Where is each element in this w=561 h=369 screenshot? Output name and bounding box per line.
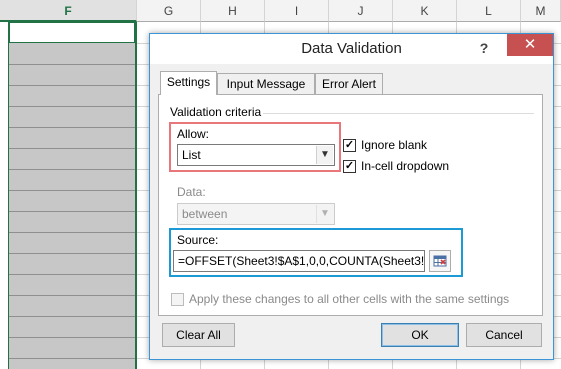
cell-border bbox=[9, 190, 135, 191]
settings-panel: Validation criteria Allow: List ▼ ✓ Igno… bbox=[158, 94, 543, 316]
active-cell[interactable] bbox=[9, 22, 135, 43]
cell-border bbox=[9, 358, 135, 359]
close-button[interactable]: ✕ bbox=[507, 34, 553, 56]
selected-column-range[interactable] bbox=[8, 22, 137, 369]
ignore-blank-label: Ignore blank bbox=[361, 138, 428, 152]
cell-border bbox=[9, 274, 135, 275]
in-cell-dropdown-checkbox[interactable]: ✓ bbox=[343, 159, 356, 173]
ignore-blank-checkbox-row[interactable]: ✓ Ignore blank bbox=[343, 137, 427, 153]
dialog-titlebar[interactable]: Data Validation ? ✕ bbox=[150, 34, 553, 64]
cell-border bbox=[9, 169, 135, 170]
data-select: between ▼ bbox=[177, 203, 335, 225]
help-button[interactable]: ? bbox=[477, 39, 491, 57]
apply-all-checkbox-row: Apply these changes to all other cells w… bbox=[171, 291, 509, 307]
column-header-f[interactable]: F bbox=[0, 0, 137, 22]
cell-border bbox=[9, 106, 135, 107]
in-cell-dropdown-label: In-cell dropdown bbox=[361, 159, 450, 173]
ignore-blank-checkbox[interactable]: ✓ bbox=[343, 138, 356, 152]
column-header-h[interactable]: H bbox=[201, 0, 265, 22]
column-header-l[interactable]: L bbox=[457, 0, 521, 22]
tab-input-message[interactable]: Input Message bbox=[217, 73, 315, 94]
dialog-title: Data Validation bbox=[301, 40, 402, 57]
cell-border bbox=[9, 127, 135, 128]
column-header-k[interactable]: K bbox=[393, 0, 457, 22]
cell-border bbox=[9, 316, 135, 317]
tab-settings[interactable]: Settings bbox=[160, 71, 217, 95]
clear-all-button[interactable]: Clear All bbox=[162, 323, 235, 347]
cell-border bbox=[9, 64, 135, 65]
tab-error-alert[interactable]: Error Alert bbox=[315, 73, 383, 94]
apply-all-checkbox bbox=[171, 292, 184, 306]
dialog-body: Settings Input Message Error Alert Valid… bbox=[150, 64, 553, 359]
close-icon: ✕ bbox=[523, 36, 537, 53]
column-header-g[interactable]: G bbox=[137, 0, 201, 22]
ok-button[interactable]: OK bbox=[381, 323, 459, 347]
allow-highlight-box bbox=[169, 122, 341, 172]
data-select-value: between bbox=[182, 207, 228, 221]
apply-all-label: Apply these changes to all other cells w… bbox=[189, 292, 510, 306]
chevron-down-icon: ▼ bbox=[316, 205, 333, 223]
cell-border bbox=[9, 337, 135, 338]
cell-border bbox=[9, 232, 135, 233]
cell-border bbox=[9, 295, 135, 296]
in-cell-dropdown-checkbox-row[interactable]: ✓ In-cell dropdown bbox=[343, 158, 449, 174]
cell-border bbox=[9, 211, 135, 212]
group-divider bbox=[263, 113, 534, 114]
data-label: Data: bbox=[177, 185, 206, 199]
cell-border bbox=[9, 85, 135, 86]
cancel-button[interactable]: Cancel bbox=[466, 323, 542, 347]
cell-border bbox=[9, 253, 135, 254]
cell-border bbox=[9, 148, 135, 149]
column-header-i[interactable]: I bbox=[265, 0, 329, 22]
column-header-j[interactable]: J bbox=[329, 0, 393, 22]
validation-criteria-heading: Validation criteria bbox=[170, 105, 262, 119]
data-validation-dialog: Data Validation ? ✕ Settings Input Messa… bbox=[149, 33, 554, 360]
source-highlight-box bbox=[169, 228, 463, 277]
column-header-m[interactable]: M bbox=[521, 0, 561, 22]
